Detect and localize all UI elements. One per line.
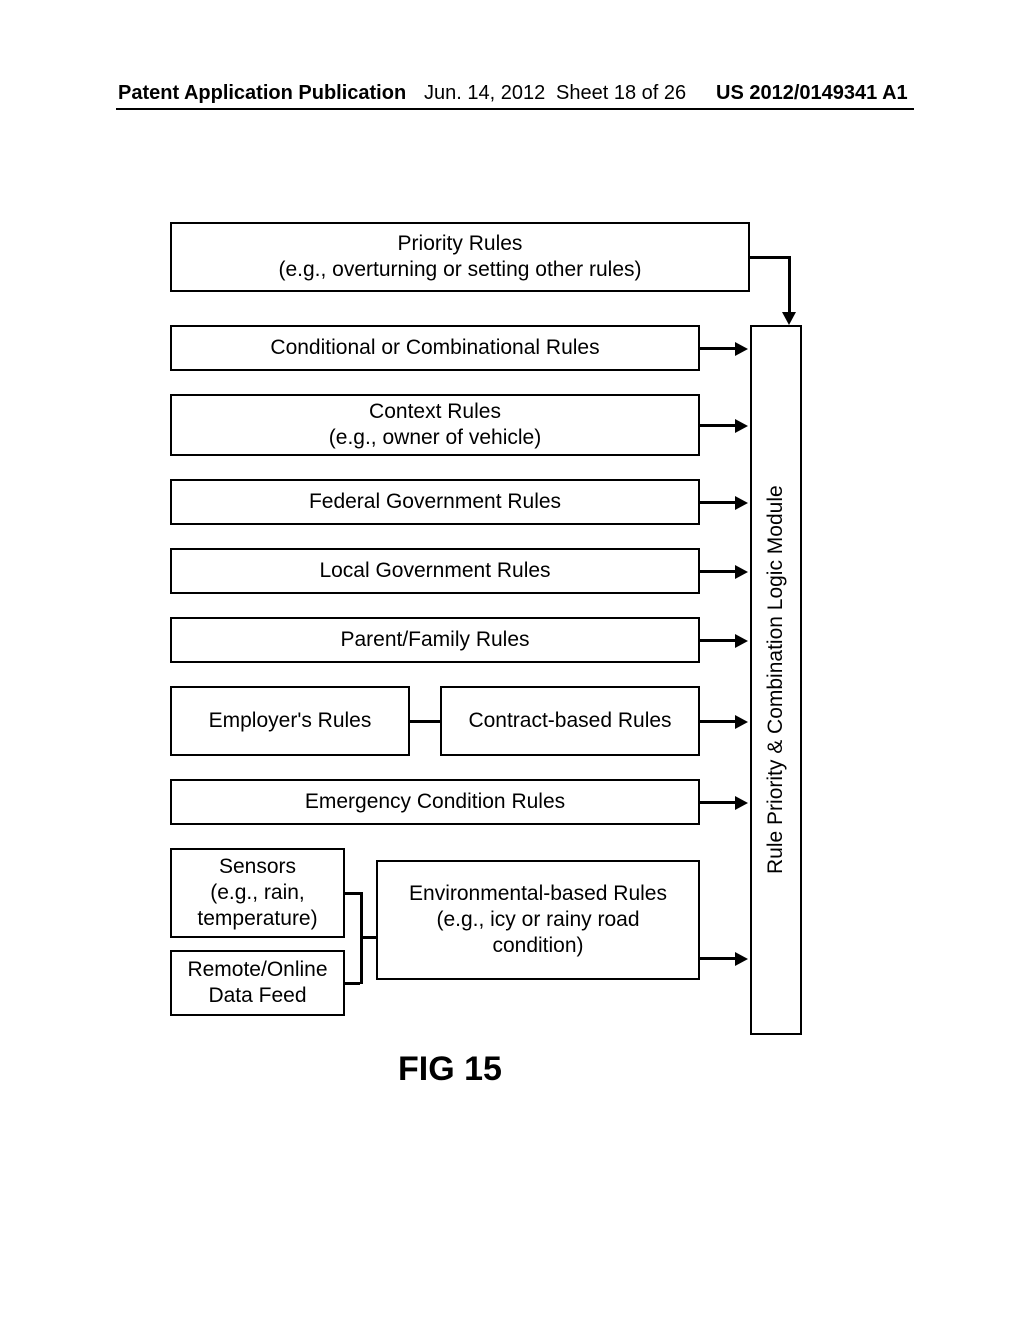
connector bbox=[700, 957, 737, 960]
arrowhead-right-icon bbox=[735, 342, 748, 356]
box-contract-rules: Contract-based Rules bbox=[440, 686, 700, 756]
arrowhead-right-icon bbox=[735, 634, 748, 648]
box-context-rules: Context Rules (e.g., owner of vehicle) bbox=[170, 394, 700, 456]
box-local-rules: Local Government Rules bbox=[170, 548, 700, 594]
publication-date: Jun. 14, 2012 bbox=[424, 82, 545, 105]
text-rule-module: Rule Priority & Combination Logic Module bbox=[764, 486, 788, 875]
connector bbox=[345, 892, 360, 895]
text-local-rules: Local Government Rules bbox=[319, 558, 550, 584]
connector bbox=[700, 801, 737, 804]
connector bbox=[700, 720, 737, 723]
header-divider bbox=[116, 108, 914, 110]
connector bbox=[788, 256, 791, 314]
text-employer-rules: Employer's Rules bbox=[209, 708, 372, 734]
connector bbox=[410, 720, 440, 723]
connector bbox=[700, 347, 737, 350]
connector bbox=[700, 570, 737, 573]
publication-number: US 2012/0149341 A1 bbox=[716, 82, 908, 105]
text-environmental-rules: Environmental-based Rules (e.g., icy or … bbox=[409, 881, 667, 960]
text-sensors: Sensors (e.g., rain, temperature) bbox=[197, 854, 317, 933]
text-context-rules: Context Rules (e.g., owner of vehicle) bbox=[329, 399, 541, 452]
text-parent-rules: Parent/Family Rules bbox=[340, 627, 529, 653]
arrowhead-right-icon bbox=[735, 419, 748, 433]
box-federal-rules: Federal Government Rules bbox=[170, 479, 700, 525]
figure-label: FIG 15 bbox=[398, 1050, 502, 1089]
box-priority-rules: Priority Rules (e.g., overturning or set… bbox=[170, 222, 750, 292]
text-remote-feed: Remote/Online Data Feed bbox=[187, 957, 327, 1010]
connector bbox=[750, 256, 790, 259]
text-priority-rules: Priority Rules (e.g., overturning or set… bbox=[278, 231, 641, 284]
text-contract-rules: Contract-based Rules bbox=[468, 708, 671, 734]
arrowhead-right-icon bbox=[735, 952, 748, 966]
diagram-canvas: Priority Rules (e.g., overturning or set… bbox=[170, 222, 870, 1082]
box-remote-feed: Remote/Online Data Feed bbox=[170, 950, 345, 1016]
box-sensors: Sensors (e.g., rain, temperature) bbox=[170, 848, 345, 938]
arrowhead-right-icon bbox=[735, 496, 748, 510]
publication-label: Patent Application Publication bbox=[118, 82, 406, 105]
box-conditional-rules: Conditional or Combinational Rules bbox=[170, 325, 700, 371]
connector bbox=[700, 639, 737, 642]
connector bbox=[360, 936, 376, 939]
arrowhead-right-icon bbox=[735, 796, 748, 810]
connector bbox=[700, 424, 737, 427]
text-federal-rules: Federal Government Rules bbox=[309, 489, 561, 515]
box-emergency-rules: Emergency Condition Rules bbox=[170, 779, 700, 825]
sheet-number: Sheet 18 of 26 bbox=[556, 82, 686, 105]
text-emergency-rules: Emergency Condition Rules bbox=[305, 789, 565, 815]
text-conditional-rules: Conditional or Combinational Rules bbox=[270, 335, 599, 361]
arrowhead-right-icon bbox=[735, 715, 748, 729]
arrowhead-right-icon bbox=[735, 565, 748, 579]
box-parent-rules: Parent/Family Rules bbox=[170, 617, 700, 663]
box-employer-rules: Employer's Rules bbox=[170, 686, 410, 756]
box-rule-module: Rule Priority & Combination Logic Module bbox=[750, 325, 802, 1035]
arrowhead-down-icon bbox=[782, 312, 796, 325]
box-environmental-rules: Environmental-based Rules (e.g., icy or … bbox=[376, 860, 700, 980]
connector bbox=[345, 982, 360, 985]
connector bbox=[700, 501, 737, 504]
